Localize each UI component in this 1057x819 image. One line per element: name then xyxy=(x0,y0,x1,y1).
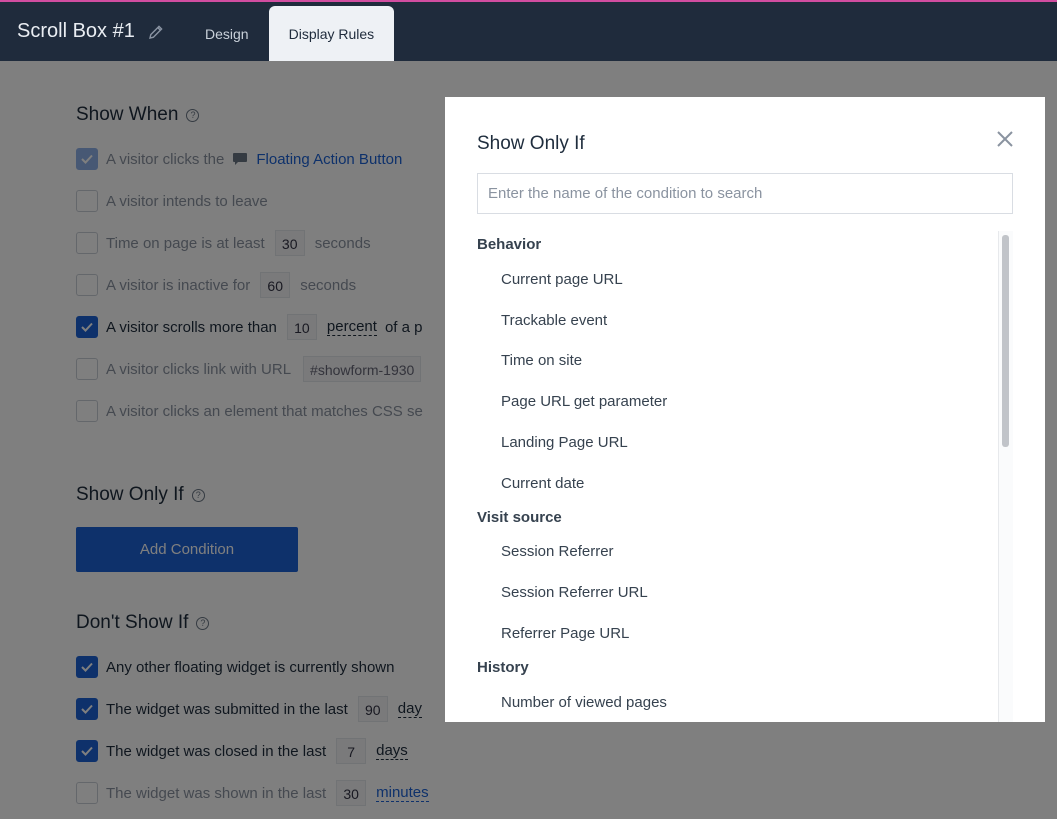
widget-title: Scroll Box #1 xyxy=(17,20,135,42)
condition-item[interactable]: Time on site xyxy=(501,352,582,369)
condition-item[interactable]: Current page URL xyxy=(501,271,623,288)
group-title-behavior: Behavior xyxy=(477,236,542,253)
condition-item[interactable]: Number of viewed pages xyxy=(501,694,667,711)
scrollbar-thumb[interactable] xyxy=(1002,235,1009,447)
close-icon[interactable] xyxy=(993,127,1017,151)
group-title-history: History xyxy=(477,659,529,676)
group-title-visit-source: Visit source xyxy=(477,509,562,526)
condition-item[interactable]: Trackable event xyxy=(501,312,607,329)
condition-search-input[interactable] xyxy=(477,173,1013,214)
condition-item[interactable]: Session Referrer URL xyxy=(501,584,648,601)
show-only-if-modal: Show Only If Behavior Current page URL T… xyxy=(445,97,1045,722)
tab-design[interactable]: Design xyxy=(185,6,269,61)
tab-display-rules[interactable]: Display Rules xyxy=(268,6,395,61)
condition-item[interactable]: Session Referrer xyxy=(501,543,614,560)
top-bar: Scroll Box #1 Design Display Rules xyxy=(0,2,1057,61)
condition-item[interactable]: Landing Page URL xyxy=(501,434,628,451)
condition-list: Behavior Current page URL Trackable even… xyxy=(477,231,1013,722)
condition-item[interactable]: Current date xyxy=(501,475,584,492)
app-title-group: Scroll Box #1 xyxy=(17,20,165,43)
tab-bar: Design Display Rules xyxy=(185,6,395,61)
condition-list-scrollbar[interactable] xyxy=(998,231,1013,722)
pencil-icon[interactable] xyxy=(147,23,165,41)
condition-item[interactable]: Referrer Page URL xyxy=(501,625,629,642)
modal-title: Show Only If xyxy=(477,133,585,154)
condition-item[interactable]: Page URL get parameter xyxy=(501,393,667,410)
